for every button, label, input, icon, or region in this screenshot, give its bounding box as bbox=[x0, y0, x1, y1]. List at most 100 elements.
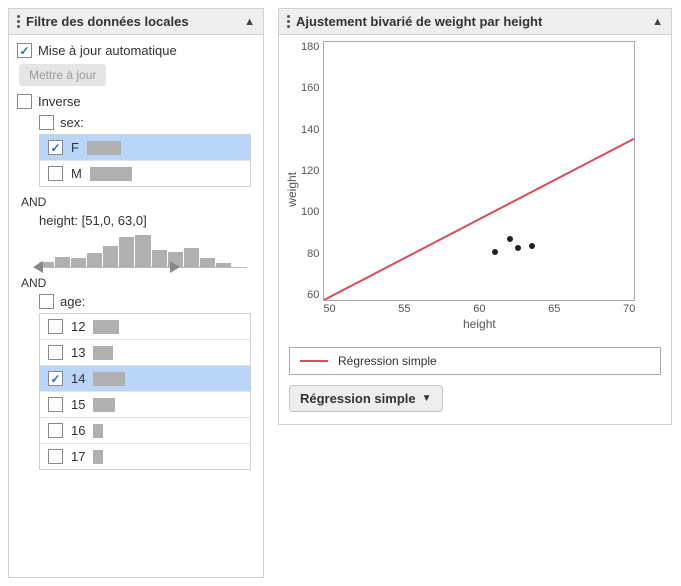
hist-bar bbox=[119, 237, 134, 267]
xtick: 60 bbox=[473, 303, 485, 315]
xtick: 55 bbox=[398, 303, 410, 315]
regression-line bbox=[324, 42, 634, 300]
sex-header-row[interactable]: sex: bbox=[39, 115, 255, 130]
age-header-checkbox[interactable] bbox=[39, 294, 54, 309]
legend-box: Régression simple bbox=[289, 347, 661, 375]
age-14-checkbox[interactable] bbox=[48, 371, 63, 386]
inverse-row[interactable]: Inverse bbox=[17, 94, 255, 109]
age-row-12[interactable]: 12 bbox=[40, 314, 250, 339]
age-16-bar bbox=[93, 424, 103, 438]
age-row-15[interactable]: 15 bbox=[40, 391, 250, 417]
age-17-label: 17 bbox=[71, 449, 85, 464]
sex-group: F M bbox=[39, 134, 251, 187]
sex-F-label: F bbox=[71, 140, 79, 155]
age-12-checkbox[interactable] bbox=[48, 319, 63, 334]
filter-panel-body: Mise à jour automatique Mettre à jour In… bbox=[9, 35, 263, 484]
age-15-label: 15 bbox=[71, 397, 85, 412]
age-12-bar bbox=[93, 320, 119, 334]
ytick: 100 bbox=[301, 206, 319, 218]
xticks: 5055606570 bbox=[323, 301, 635, 315]
age-12-label: 12 bbox=[71, 319, 85, 334]
filter-panel: Filtre des données locales ▲ Mise à jour… bbox=[8, 8, 264, 578]
ytick: 120 bbox=[301, 165, 319, 177]
and-label-2: AND bbox=[21, 276, 255, 290]
fit-panel: Ajustement bivarié de weight par height … bbox=[278, 8, 672, 425]
inverse-label: Inverse bbox=[38, 94, 81, 109]
sex-label: sex: bbox=[60, 115, 84, 130]
age-row-13[interactable]: 13 bbox=[40, 339, 250, 365]
dropdown-row: Régression simple ▼ bbox=[279, 385, 671, 424]
ytick: 140 bbox=[301, 124, 319, 136]
age-14-bar bbox=[93, 372, 125, 386]
age-row-17[interactable]: 17 bbox=[40, 443, 250, 469]
data-point[interactable] bbox=[515, 245, 521, 251]
age-15-checkbox[interactable] bbox=[48, 397, 63, 412]
sex-header-checkbox[interactable] bbox=[39, 115, 54, 130]
hist-bar bbox=[152, 250, 167, 267]
age-13-label: 13 bbox=[71, 345, 85, 360]
legend-line-swatch bbox=[300, 360, 328, 362]
age-16-label: 16 bbox=[71, 423, 85, 438]
filter-panel-header: Filtre des données locales ▲ bbox=[9, 9, 263, 35]
and-label-1: AND bbox=[21, 195, 255, 209]
update-button: Mettre à jour bbox=[19, 64, 106, 86]
age-17-checkbox[interactable] bbox=[48, 449, 63, 464]
age-row-14[interactable]: 14 bbox=[40, 365, 250, 391]
xlabel: height bbox=[323, 315, 635, 337]
plot-area[interactable] bbox=[323, 41, 635, 301]
sex-F-bar bbox=[87, 141, 121, 155]
menu-icon[interactable] bbox=[287, 15, 290, 28]
age-16-checkbox[interactable] bbox=[48, 423, 63, 438]
hist-bar bbox=[200, 258, 215, 267]
age-13-checkbox[interactable] bbox=[48, 345, 63, 360]
sex-M-checkbox[interactable] bbox=[48, 166, 63, 181]
height-hist-bars bbox=[39, 235, 247, 267]
legend-label: Régression simple bbox=[338, 354, 437, 368]
ylabel-col: weight bbox=[283, 41, 301, 337]
hist-bar bbox=[87, 253, 102, 267]
xtick: 50 bbox=[323, 303, 335, 315]
sex-M-label: M bbox=[71, 166, 82, 181]
height-label: height: [51,0, 63,0] bbox=[39, 213, 255, 228]
auto-update-row[interactable]: Mise à jour automatique bbox=[17, 43, 255, 58]
data-point[interactable] bbox=[507, 236, 513, 242]
menu-icon[interactable] bbox=[17, 15, 20, 28]
sex-F-checkbox[interactable] bbox=[48, 140, 63, 155]
hist-bar bbox=[184, 248, 199, 267]
sex-M-bar bbox=[90, 167, 132, 181]
regression-dropdown[interactable]: Régression simple ▼ bbox=[289, 385, 443, 412]
yticks: 180 160 140 120 100 80 60 bbox=[301, 41, 323, 301]
filter-panel-title: Filtre des données locales bbox=[26, 14, 238, 29]
fit-panel-title: Ajustement bivarié de weight par height bbox=[296, 14, 646, 29]
data-point[interactable] bbox=[492, 249, 498, 255]
sex-row-F[interactable]: F bbox=[40, 135, 250, 160]
height-histogram[interactable] bbox=[39, 230, 247, 268]
age-header-row[interactable]: age: bbox=[39, 294, 255, 309]
inverse-checkbox[interactable] bbox=[17, 94, 32, 109]
age-13-bar bbox=[93, 346, 113, 360]
regression-dropdown-label: Régression simple bbox=[300, 391, 416, 406]
chevron-up-icon[interactable]: ▲ bbox=[244, 16, 255, 28]
ytick: 80 bbox=[307, 248, 319, 260]
age-label: age: bbox=[60, 294, 85, 309]
ylabel: weight bbox=[285, 172, 299, 207]
auto-update-label: Mise à jour automatique bbox=[38, 43, 177, 58]
ytick: 180 bbox=[301, 41, 319, 53]
ytick: 60 bbox=[307, 289, 319, 301]
hist-bar bbox=[55, 257, 70, 267]
chevron-down-icon: ▼ bbox=[422, 393, 432, 404]
age-15-bar bbox=[93, 398, 115, 412]
chevron-up-icon[interactable]: ▲ bbox=[652, 16, 663, 28]
auto-update-checkbox[interactable] bbox=[17, 43, 32, 58]
age-row-16[interactable]: 16 bbox=[40, 417, 250, 443]
height-slider-max-handle[interactable] bbox=[170, 261, 180, 273]
age-14-label: 14 bbox=[71, 371, 85, 386]
age-group: 12 13 14 15 16 17 bbox=[39, 313, 251, 470]
ytick: 160 bbox=[301, 82, 319, 94]
data-point[interactable] bbox=[529, 243, 535, 249]
hist-bar bbox=[103, 246, 118, 267]
height-slider-min-handle[interactable] bbox=[33, 261, 43, 273]
plot-block: 5055606570 height bbox=[323, 41, 635, 337]
sex-row-M[interactable]: M bbox=[40, 160, 250, 186]
hist-bar bbox=[71, 258, 86, 267]
